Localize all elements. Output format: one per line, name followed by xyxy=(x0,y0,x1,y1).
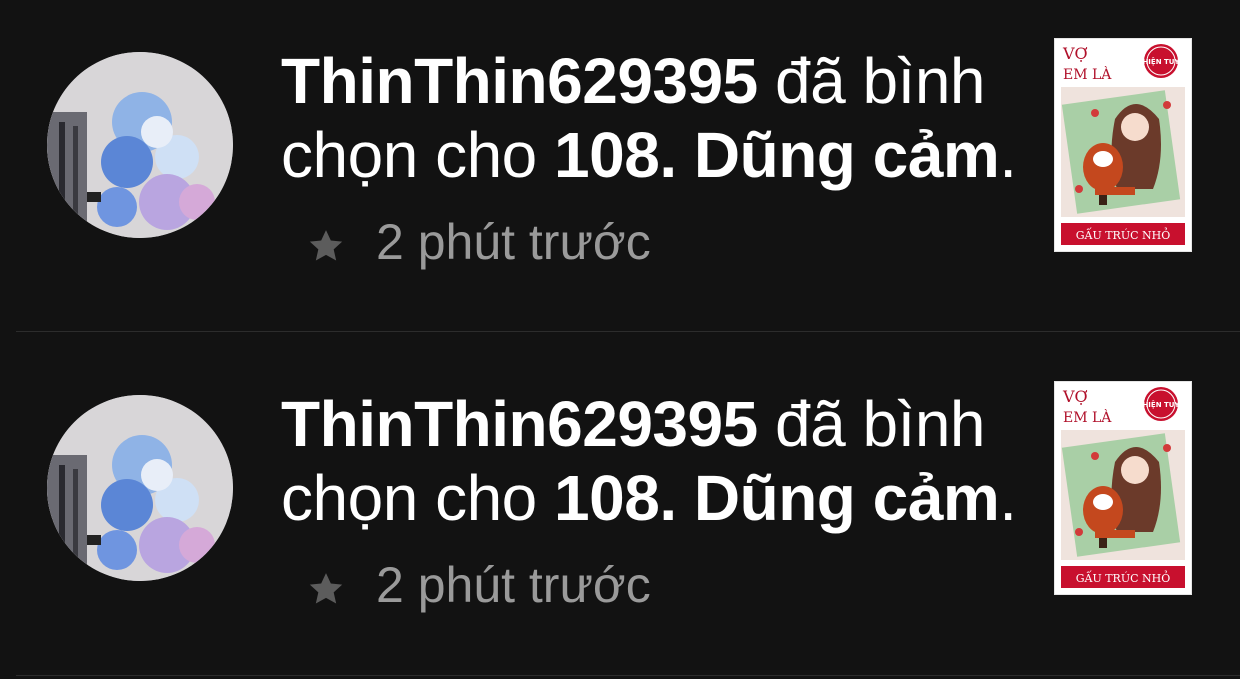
book-cover-image: VỢ EM LÀ HIỆN TUY GẤU TRÚC NHỎ xyxy=(1055,39,1191,251)
user-avatar[interactable] xyxy=(47,52,233,238)
cover-stamp: HIỆN TUY xyxy=(1142,400,1180,409)
timestamp: 2 phút trước xyxy=(376,214,651,270)
activity-feed: ThinThin629395 đã bình chọn cho 108. Dũn… xyxy=(0,0,1240,679)
avatar-image xyxy=(47,395,233,581)
activity-meta: 2 phút trước xyxy=(306,212,651,272)
activity-message: ThinThin629395 đã bình chọn cho 108. Dũn… xyxy=(281,44,1021,192)
end-punctuation: . xyxy=(999,462,1017,534)
activity-item[interactable]: ThinThin629395 đã bình chọn cho 108. Dũn… xyxy=(0,357,1240,657)
activity-item[interactable]: ThinThin629395 đã bình chọn cho 108. Dũn… xyxy=(0,14,1240,314)
avatar-image xyxy=(47,52,233,238)
star-icon xyxy=(309,573,343,604)
chapter-link[interactable]: 108. Dũng cảm xyxy=(554,462,1000,534)
book-cover-image: VỢ EM LÀ HIỆN TUY GẤU TRÚC NHỎ xyxy=(1055,382,1191,594)
cover-stamp: HIỆN TUY xyxy=(1142,57,1180,66)
chapter-link[interactable]: 108. Dũng cảm xyxy=(554,119,1000,191)
username-link[interactable]: ThinThin629395 xyxy=(281,45,758,117)
username-link[interactable]: ThinThin629395 xyxy=(281,388,758,460)
book-cover[interactable]: VỢ EM LÀ HIỆN TUY GẤU TRÚC NHỎ xyxy=(1054,381,1192,595)
cover-author: GẤU TRÚC NHỎ xyxy=(1076,227,1171,242)
book-cover[interactable]: VỢ EM LÀ HIỆN TUY GẤU TRÚC NHỎ xyxy=(1054,38,1192,252)
cover-title-line2: EM LÀ xyxy=(1063,65,1112,83)
activity-message: ThinThin629395 đã bình chọn cho 108. Dũn… xyxy=(281,387,1021,535)
cover-title-line1: VỢ xyxy=(1062,387,1088,406)
star-icon xyxy=(309,230,343,261)
cover-title-line2: EM LÀ xyxy=(1063,408,1112,426)
activity-meta: 2 phút trước xyxy=(306,555,651,615)
timestamp: 2 phút trước xyxy=(376,557,651,613)
divider xyxy=(16,675,1240,676)
divider xyxy=(16,331,1240,332)
cover-title-line1: VỢ xyxy=(1062,44,1088,63)
end-punctuation: . xyxy=(999,119,1017,191)
cover-author: GẤU TRÚC NHỎ xyxy=(1076,570,1171,585)
user-avatar[interactable] xyxy=(47,395,233,581)
